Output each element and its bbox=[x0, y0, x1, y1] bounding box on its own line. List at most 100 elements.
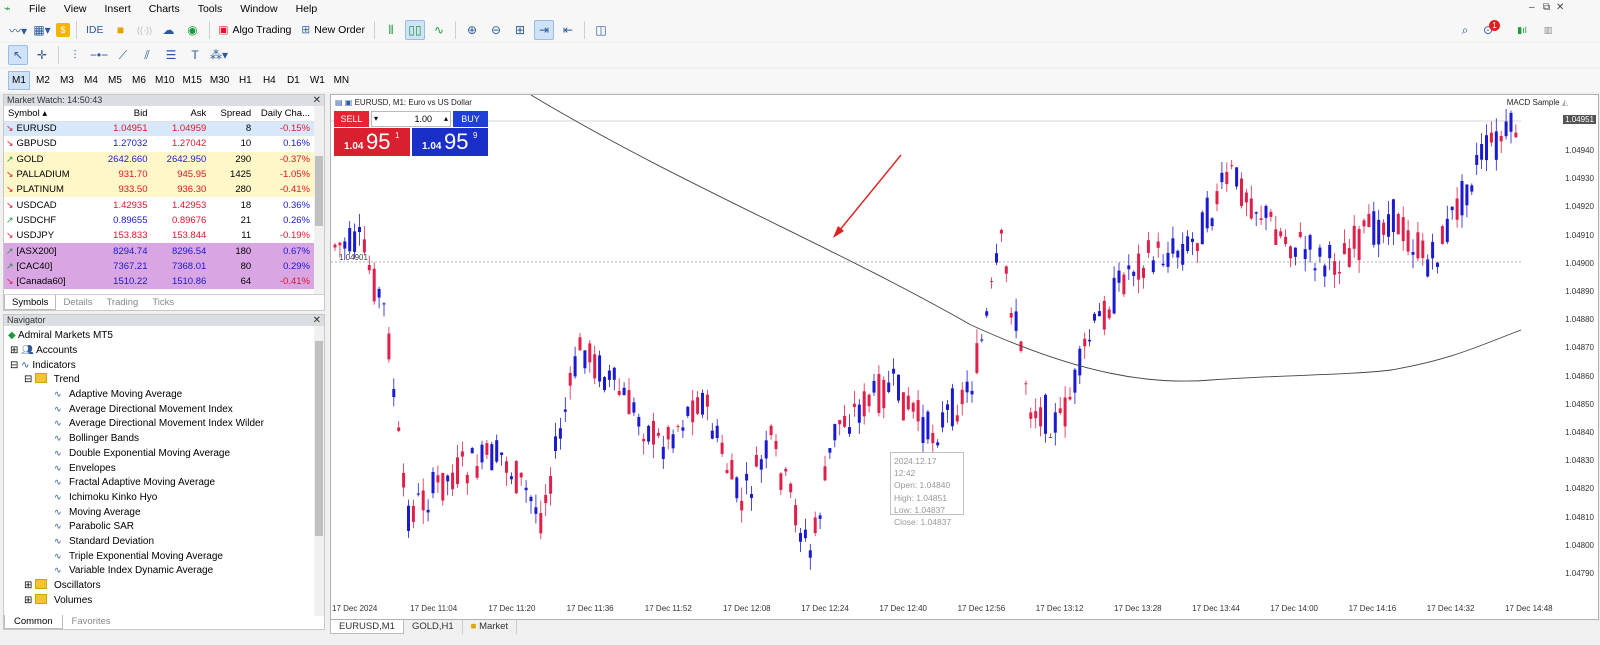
tab-trading[interactable]: Trading bbox=[99, 295, 145, 310]
menu-insert[interactable]: Insert bbox=[96, 0, 140, 18]
market-watch-row[interactable]: ↘ [Canada60] 1510.22 1510.86 64 -0.41% bbox=[4, 273, 314, 290]
restore-icon[interactable]: ⧉ bbox=[1543, 2, 1550, 13]
sell-button[interactable]: SELL bbox=[334, 111, 369, 127]
sell-price-box[interactable]: 1.04 95 1 bbox=[334, 128, 410, 156]
expand-icon[interactable]: ⊞ bbox=[24, 580, 32, 591]
market-watch-row[interactable]: ↗ USDCHF 0.89655 0.89676 21 0.26% bbox=[4, 212, 314, 229]
tile-windows-icon[interactable]: ⊞ bbox=[510, 20, 530, 40]
indicator-item[interactable]: ∿ Average Directional Movement Index bbox=[54, 402, 233, 417]
nav-root[interactable]: ◆ Admiral Markets MT5 bbox=[8, 328, 113, 343]
channel-icon[interactable]: ⫽ bbox=[137, 45, 157, 65]
expand-icon[interactable]: ⊞ bbox=[10, 345, 18, 356]
column-header-daily-change[interactable]: Daily Cha... bbox=[255, 106, 314, 122]
candlestick-icon[interactable]: ▯▯ bbox=[404, 20, 425, 40]
signal-icon[interactable]: ((·)) bbox=[135, 20, 155, 40]
tab-market[interactable]: ■ Market bbox=[463, 620, 518, 634]
timeframe-mn[interactable]: MN bbox=[330, 71, 352, 90]
shapes-icon[interactable]: ⁂▾ bbox=[209, 45, 229, 65]
chart-window[interactable]: 1.04901 ▤ ▣ EURUSD, M1: Euro vs US Dolla… bbox=[330, 94, 1599, 620]
horizontal-line-icon[interactable]: −•− bbox=[89, 45, 109, 65]
cursor-icon[interactable]: ↖ bbox=[8, 45, 28, 65]
tab-symbols[interactable]: Symbols bbox=[4, 295, 57, 310]
tab-gold-h1[interactable]: GOLD,H1 bbox=[404, 620, 463, 634]
market-watch-row[interactable]: ↗ [CAC40] 7367.21 7368.01 80 0.29% bbox=[4, 258, 314, 274]
screenshot-icon[interactable]: ◫ bbox=[591, 20, 611, 40]
chart-shift-icon[interactable]: ⇤ bbox=[558, 20, 578, 40]
indicator-item[interactable]: ∿ Adaptive Moving Average bbox=[54, 387, 182, 402]
nav-trend[interactable]: ⊟ Trend bbox=[24, 372, 80, 387]
timeframe-m2[interactable]: M2 bbox=[32, 71, 54, 90]
menu-tools[interactable]: Tools bbox=[189, 0, 232, 18]
indicator-item[interactable]: ∿ Ichimoku Kinko Hyo bbox=[54, 490, 157, 505]
menu-help[interactable]: Help bbox=[287, 0, 327, 18]
timeframe-d1[interactable]: D1 bbox=[282, 71, 304, 90]
buy-price-box[interactable]: 1.04 95 9 bbox=[412, 128, 488, 156]
scrollbar-thumb[interactable] bbox=[315, 341, 323, 536]
signal-strength-icon[interactable]: ▮ıl bbox=[1512, 20, 1532, 40]
column-header-ask[interactable]: Ask bbox=[151, 106, 211, 122]
column-header-symbol[interactable]: Symbol ▴ bbox=[4, 106, 88, 122]
timeframe-m30[interactable]: M30 bbox=[207, 71, 232, 90]
new-order-button[interactable]: ⊞ New Order bbox=[298, 20, 368, 40]
lot-decrease-icon[interactable]: ▾ bbox=[374, 112, 378, 126]
close-icon[interactable]: ✕ bbox=[313, 315, 321, 326]
expand-icon[interactable]: ⊞ bbox=[24, 595, 32, 606]
menu-window[interactable]: Window bbox=[231, 0, 286, 18]
nav-volumes[interactable]: ⊞ Volumes bbox=[24, 593, 92, 608]
ide-button[interactable]: IDE bbox=[83, 20, 107, 40]
zoom-out-icon[interactable]: ⊖ bbox=[486, 20, 506, 40]
nav-accounts[interactable]: ⊞ 👥︎ Accounts bbox=[10, 343, 77, 358]
nav-indicators[interactable]: ⊟ ∿ Indicators bbox=[10, 358, 76, 373]
lot-increase-icon[interactable]: ▴ bbox=[444, 112, 448, 126]
timeframe-m10[interactable]: M10 bbox=[152, 71, 177, 90]
market-watch-row[interactable]: ↘ PLATINUM 933.50 936.30 280 -0.41% bbox=[4, 182, 314, 198]
search-icon[interactable]: ⌕ bbox=[1455, 20, 1475, 40]
nav-oscillators[interactable]: ⊞ Oscillators bbox=[24, 578, 101, 593]
crosshair-icon[interactable]: ✛ bbox=[32, 45, 52, 65]
timeframe-m3[interactable]: M3 bbox=[56, 71, 78, 90]
scrollbar-thumb[interactable] bbox=[315, 156, 323, 226]
trendline-icon[interactable]: ⟋ bbox=[113, 45, 133, 65]
timeframe-h1[interactable]: H1 bbox=[234, 71, 256, 90]
indicator-item[interactable]: ∿ Average Directional Movement Index Wild… bbox=[54, 416, 264, 431]
menu-file[interactable]: File bbox=[20, 0, 55, 18]
account-icon[interactable]: ▥ bbox=[1538, 20, 1558, 40]
indicator-item[interactable]: ∿ Triple Exponential Moving Average bbox=[54, 549, 223, 564]
indicator-item[interactable]: ∿ Fractal Adaptive Moving Average bbox=[54, 475, 215, 490]
chart-type-icon[interactable]: 〰▾ bbox=[8, 20, 28, 40]
indicator-item[interactable]: ∿ Moving Average bbox=[54, 505, 141, 520]
timeframe-w1[interactable]: W1 bbox=[306, 71, 328, 90]
timeframe-m5[interactable]: M5 bbox=[104, 71, 126, 90]
collapse-icon[interactable]: ⊟ bbox=[10, 360, 18, 371]
indicator-item[interactable]: ∿ Variable Index Dynamic Average bbox=[54, 563, 213, 578]
fibonacci-icon[interactable]: ☰ bbox=[161, 45, 181, 65]
bar-chart-icon[interactable]: ⫴ bbox=[381, 20, 401, 40]
market-watch-row[interactable]: ↘ USDCAD 1.42935 1.42953 18 0.36% bbox=[4, 197, 314, 213]
text-icon[interactable]: T bbox=[185, 45, 205, 65]
market-watch-row[interactable]: ↗ GOLD 2642.660 2642.950 290 -0.37% bbox=[4, 151, 314, 167]
zoom-in-icon[interactable]: ⊕ bbox=[462, 20, 482, 40]
market-watch-row[interactable]: ↘ PALLADIUM 931.70 945.95 1425 -1.05% bbox=[4, 166, 314, 183]
indicator-item[interactable]: ∿ Bollinger Bands bbox=[54, 431, 139, 446]
indicator-item[interactable]: ∿ Double Exponential Moving Average bbox=[54, 446, 230, 461]
tab-details[interactable]: Details bbox=[56, 295, 99, 310]
market-watch-row[interactable]: ↘ GBPUSD 1.27032 1.27042 10 0.16% bbox=[4, 136, 314, 152]
timeframe-m4[interactable]: M4 bbox=[80, 71, 102, 90]
tab-common[interactable]: Common bbox=[4, 615, 63, 629]
menu-charts[interactable]: Charts bbox=[140, 0, 189, 18]
close-icon[interactable]: ✕ bbox=[313, 95, 321, 106]
column-header-bid[interactable]: Bid bbox=[87, 106, 152, 122]
tab-eurusd-m1[interactable]: EURUSD,M1 bbox=[330, 620, 404, 634]
vertical-line-icon[interactable]: ⫶ bbox=[65, 45, 85, 65]
lock-icon[interactable]: ■ bbox=[111, 20, 131, 40]
cloud-icon[interactable]: ☁ bbox=[159, 20, 179, 40]
collapse-icon[interactable]: ⊟ bbox=[24, 374, 32, 385]
navigator-scrollbar[interactable] bbox=[314, 326, 324, 616]
lot-size-input[interactable]: ▾ 1.00 ▴ bbox=[371, 111, 451, 127]
tab-favorites[interactable]: Favorites bbox=[63, 615, 120, 629]
algo-trading-button[interactable]: ▣ Algo Trading bbox=[216, 20, 295, 40]
close-icon[interactable]: ✕ bbox=[1556, 2, 1564, 13]
column-header-spread[interactable]: Spread bbox=[210, 106, 256, 122]
tab-ticks[interactable]: Ticks bbox=[145, 295, 181, 310]
timeframe-m6[interactable]: M6 bbox=[128, 71, 150, 90]
